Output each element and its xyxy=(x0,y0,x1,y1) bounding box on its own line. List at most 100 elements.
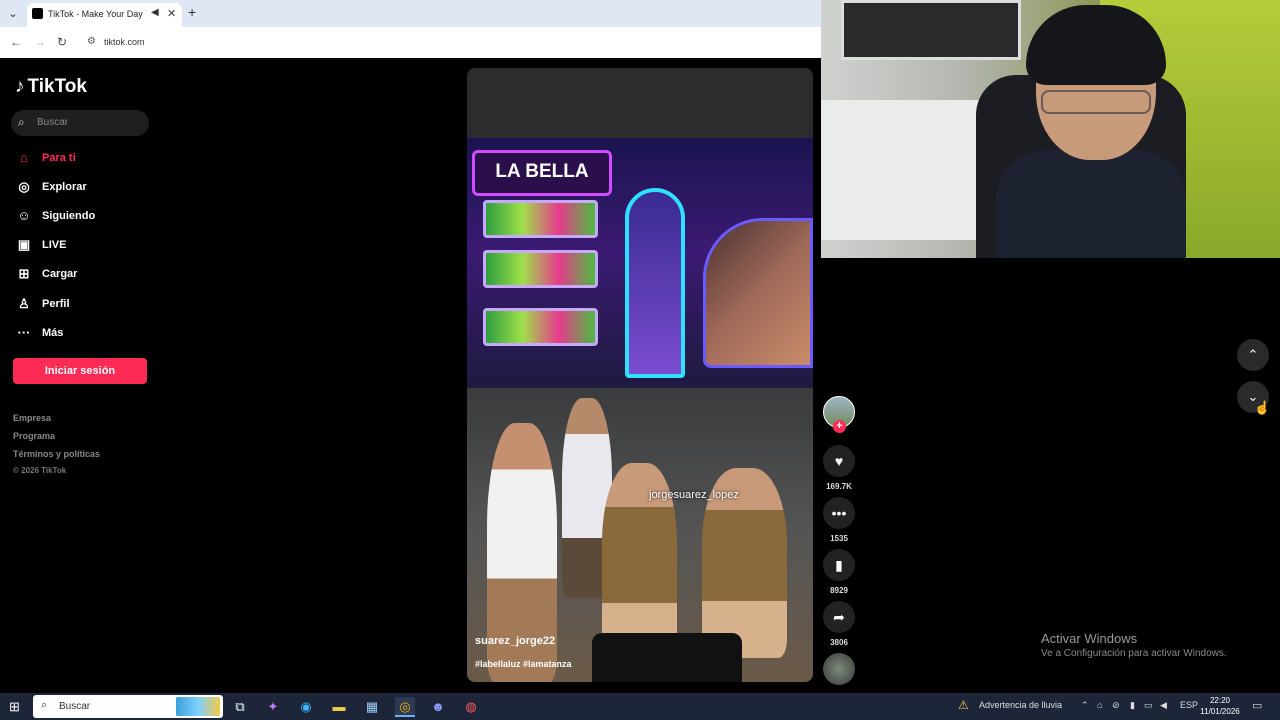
save-count: 8929 xyxy=(830,586,848,595)
sidebar-item-mas[interactable]: ··· Más xyxy=(15,323,165,345)
search-icon: ⌕ xyxy=(41,699,48,711)
home-icon: ⌂ xyxy=(20,150,28,165)
chrome-icon[interactable]: ◎ xyxy=(395,697,415,717)
comment-icon: ••• xyxy=(831,505,847,521)
task-view-icon[interactable]: ⧉ xyxy=(230,697,250,717)
tab-bar: ⌄ TikTok - Make Your Day ◀︎ ✕ + xyxy=(0,0,821,27)
copilot-icon[interactable]: ✦ xyxy=(263,697,283,717)
search-highlight-image xyxy=(176,697,220,716)
network-off-icon[interactable]: ⊘ xyxy=(1112,700,1120,711)
battery-icon[interactable]: ▭ xyxy=(1144,700,1153,711)
brand-name: TikTok xyxy=(27,76,87,97)
chevron-up-icon: ⌃ xyxy=(1247,347,1259,362)
webcam-person-glasses xyxy=(1041,90,1151,114)
store-icon[interactable]: ▦ xyxy=(362,697,382,717)
previous-video-button[interactable]: ⌃ xyxy=(1237,339,1269,371)
new-tab-button[interactable]: + xyxy=(188,4,196,20)
follow-plus-icon[interactable]: + xyxy=(833,420,846,433)
clock-time: 22:20 xyxy=(1209,696,1231,705)
webcam-person-shirt xyxy=(996,150,1186,258)
webcam-window xyxy=(841,0,1021,60)
browser-tab[interactable]: TikTok - Make Your Day ◀︎ ✕ xyxy=(27,3,182,27)
sidebar-item-label: Para ti xyxy=(42,152,76,164)
forward-icon[interactable]: → xyxy=(34,35,46,49)
windows-start-icon[interactable]: ⊞ xyxy=(9,699,20,715)
tiktok-favicon-icon xyxy=(32,8,43,19)
more-icon: ··· xyxy=(17,325,31,340)
compass-icon: ◎ xyxy=(18,179,30,194)
sidebar-item-label: Cargar xyxy=(42,268,78,280)
sidebar-item-label: Explorar xyxy=(42,181,87,193)
heart-icon: ♥ xyxy=(834,453,844,469)
browser-window: ⌄ TikTok - Make Your Day ◀︎ ✕ + ← → ↻ ⚙ … xyxy=(0,0,821,58)
address-bar: ← → ↻ ⚙ tiktok.com xyxy=(0,27,821,58)
sidebar-item-para-ti[interactable]: ⌂ Para ti xyxy=(15,148,165,170)
video-shelf xyxy=(483,200,598,238)
comment-count: 1535 xyxy=(830,534,848,543)
webcam-bed xyxy=(821,100,991,240)
sidebar-item-perfil[interactable]: ♙ Perfil xyxy=(15,294,165,316)
share-icon: ➦ xyxy=(833,609,845,625)
language-indicator[interactable]: ESP xyxy=(1180,700,1198,710)
music-disc-icon[interactable] xyxy=(823,653,855,685)
sidebar-item-live[interactable]: ▣ LIVE xyxy=(15,235,165,257)
edge-icon[interactable]: ◉ xyxy=(296,697,316,717)
video-author[interactable]: suarez_jorge22 xyxy=(475,635,555,647)
video-player[interactable]: LA BELLA LUZ jorgesuarez_lopez suarez_jo… xyxy=(467,68,813,682)
share-count: 3806 xyxy=(830,638,848,647)
file-explorer-icon[interactable]: ▬ xyxy=(329,697,349,717)
sidebar-item-label: Perfil xyxy=(42,298,70,310)
weather-text[interactable]: Advertencia de lluvia xyxy=(979,700,1062,710)
video-arch xyxy=(625,188,685,378)
sidebar-item-label: Más xyxy=(42,327,64,339)
share-button[interactable]: ➦ xyxy=(823,601,855,633)
notification-icon[interactable]: ▭ xyxy=(1252,699,1262,712)
weather-warning-icon[interactable]: ⚠ xyxy=(958,698,969,712)
search-input[interactable]: ⌕ Buscar xyxy=(11,110,149,136)
profile-icon: ♙ xyxy=(18,296,30,311)
upload-icon: ⊞ xyxy=(18,266,30,281)
obs-icon[interactable]: ◍ xyxy=(461,697,481,717)
webcam-overlay xyxy=(821,0,1280,258)
footer-link-terms[interactable]: Términos y políticas xyxy=(13,449,100,459)
search-icon: ⌕ xyxy=(18,115,25,129)
sidebar-item-label: Siguiendo xyxy=(42,210,96,222)
login-button[interactable]: Iniciar sesión xyxy=(13,358,147,384)
video-watermark: jorgesuarez_lopez xyxy=(649,489,739,501)
chevron-up-icon[interactable]: ⌃ xyxy=(1081,700,1089,711)
video-screen-dancer xyxy=(703,218,813,368)
sidebar-item-cargar[interactable]: ⊞ Cargar xyxy=(15,264,165,286)
footer-link-programa[interactable]: Programa xyxy=(13,431,55,441)
audio-icon[interactable]: ◀︎ xyxy=(151,7,159,18)
tray-app-icon[interactable]: ⌂ xyxy=(1097,700,1102,710)
volume-icon[interactable]: ◀︎ xyxy=(1160,700,1167,711)
copyright: © 2026 TikTok xyxy=(13,466,67,475)
comment-button[interactable]: ••• xyxy=(823,497,855,529)
microphone-icon[interactable]: ▮ xyxy=(1130,700,1135,711)
taskbar-search-input[interactable]: ⌕ Buscar xyxy=(33,695,223,718)
video-shelf xyxy=(483,308,598,346)
like-button[interactable]: ♥ xyxy=(823,445,855,477)
mouse-cursor-icon: ☝ xyxy=(1254,400,1271,415)
tab-list-icon[interactable]: ⌄ xyxy=(5,6,21,22)
activation-subtitle: Ve a Configuración para activar Windows. xyxy=(1041,648,1227,659)
save-button[interactable]: ▮ xyxy=(823,549,855,581)
back-icon[interactable]: ← xyxy=(10,35,22,49)
close-tab-icon[interactable]: ✕ xyxy=(167,7,176,20)
site-info-icon[interactable]: ⚙ xyxy=(87,36,96,47)
clock[interactable]: 22:20 11/01/2026 xyxy=(1199,695,1241,717)
sidebar-item-explorar[interactable]: ◎ Explorar xyxy=(15,177,165,199)
tiktok-logo[interactable]: ♪ TikTok xyxy=(15,76,87,98)
footer-link-empresa[interactable]: Empresa xyxy=(13,413,51,423)
bookmark-icon: ▮ xyxy=(835,557,843,573)
video-shelf xyxy=(483,250,598,288)
taskbar: ⊞ ⌕ Buscar ⧉ ✦ ◉ ▬ ▦ ◎ ☻ ◍ ⚠ Advertencia… xyxy=(0,693,1280,720)
sidebar-item-siguiendo[interactable]: ☺ Siguiendo xyxy=(15,206,165,228)
url-field[interactable]: tiktok.com xyxy=(104,37,145,47)
reload-icon[interactable]: ↻ xyxy=(57,35,67,49)
user-follow-icon: ☺ xyxy=(17,208,31,223)
like-count: 169.7K xyxy=(826,482,852,491)
discord-icon[interactable]: ☻ xyxy=(428,697,448,717)
video-hashtags[interactable]: #labellaluz #lamatanza xyxy=(475,659,572,669)
sidebar-item-label: LIVE xyxy=(42,239,67,251)
